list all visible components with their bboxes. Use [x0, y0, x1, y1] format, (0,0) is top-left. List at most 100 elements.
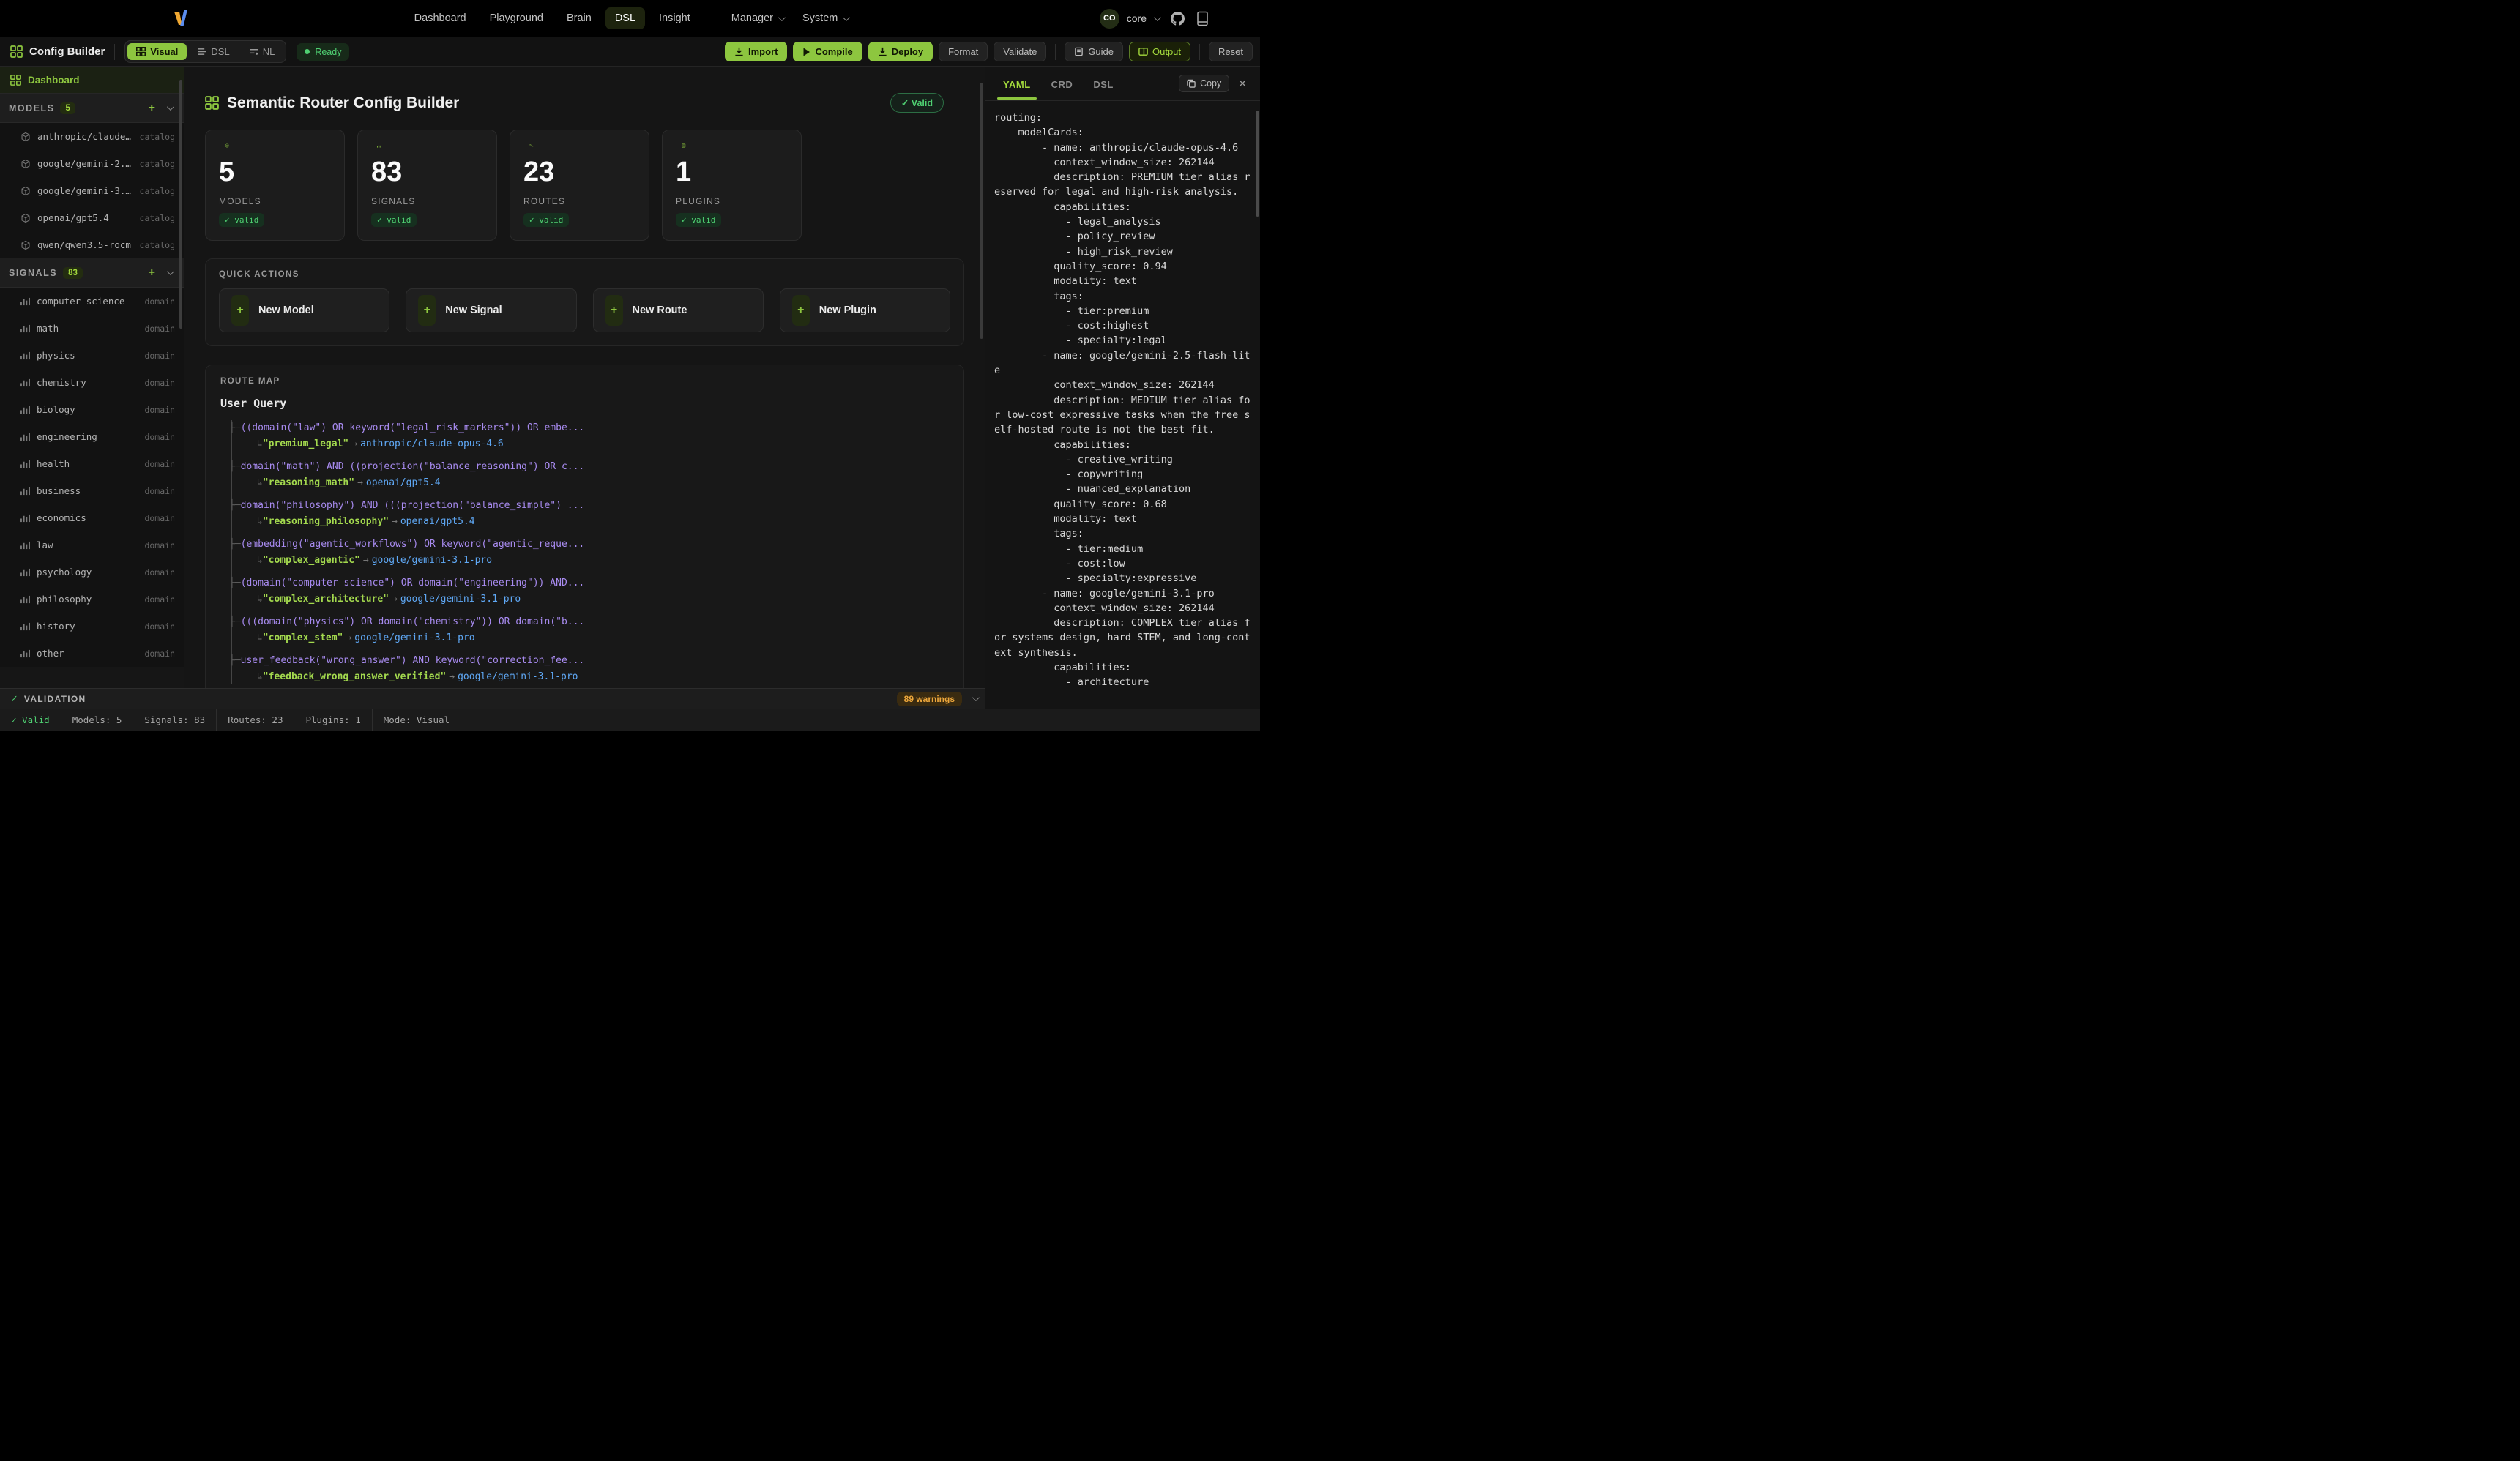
validation-bar[interactable]: ✓ VALIDATION 89 warnings — [0, 688, 985, 709]
model-tag: catalog — [140, 159, 175, 169]
sidebar: Dashboard MODELS 5 + anthropic/cla — [0, 67, 184, 688]
route-node[interactable]: (((domain("physics") OR domain("chemistr… — [232, 614, 949, 646]
chevron-down-icon[interactable] — [167, 268, 174, 275]
output-toggle-button[interactable]: Output — [1129, 42, 1190, 61]
model-list-item[interactable]: qwen/qwen3.5-rocm catalog — [0, 231, 184, 258]
nav-item-playground[interactable]: Playground — [480, 7, 553, 29]
chevron-down-icon — [843, 14, 850, 21]
copy-button[interactable]: Copy — [1179, 75, 1229, 92]
route-map-panel: ROUTE MAP User Query ((domain("law") OR … — [205, 365, 964, 688]
top-nav: Dashboard Playground Brain DSL Insight M… — [0, 0, 1260, 37]
signal-list-item[interactable]: other domain — [0, 640, 184, 667]
model-name: google/gemini-3.… — [37, 185, 131, 196]
nav-menu-manager[interactable]: Manager — [724, 7, 791, 29]
model-list-item[interactable]: openai/gpt5.4 catalog — [0, 204, 184, 231]
quick-action-label: New Route — [633, 304, 687, 316]
yaml-output[interactable]: routing: modelCards: - name: anthropic/c… — [985, 101, 1260, 709]
add-model-button[interactable]: + — [149, 102, 155, 115]
compile-button[interactable]: Compile — [793, 42, 862, 61]
main-scrollbar[interactable] — [980, 83, 983, 339]
add-signal-button[interactable]: + — [149, 266, 155, 280]
stat-card-plugins[interactable]: 1 PLUGINS ✓ valid — [662, 130, 802, 241]
signals-section-header[interactable]: SIGNALS 83 + — [0, 258, 184, 288]
chevron-down-icon[interactable] — [1154, 14, 1161, 21]
status-models: Models: 5 — [61, 709, 134, 730]
reset-button[interactable]: Reset — [1209, 42, 1253, 61]
quick-action-button[interactable]: + New Model — [219, 288, 389, 332]
stat-value: 1 — [676, 158, 788, 186]
nav-item-brain[interactable]: Brain — [557, 7, 601, 29]
deploy-icon — [878, 47, 887, 56]
device-icon[interactable] — [1196, 11, 1209, 26]
sidebar-scrollbar[interactable] — [179, 80, 182, 329]
route-name: "complex_agentic" — [263, 555, 360, 566]
models-section-header[interactable]: MODELS 5 + — [0, 94, 184, 123]
signal-list-item[interactable]: physics domain — [0, 342, 184, 369]
signal-list-item[interactable]: health domain — [0, 450, 184, 477]
tab-dsl[interactable]: DSL — [1084, 69, 1122, 99]
model-name: qwen/qwen3.5-rocm — [37, 239, 131, 250]
sidebar-item-dashboard[interactable]: Dashboard — [0, 67, 184, 94]
toolbar-divider — [1055, 44, 1056, 60]
model-list-item[interactable]: google/gemini-2.… catalog — [0, 150, 184, 177]
nav-item-dashboard[interactable]: Dashboard — [405, 7, 476, 29]
route-node[interactable]: domain("math") AND ((projection("balance… — [232, 459, 949, 490]
mode-dsl-button[interactable]: DSL — [188, 43, 238, 60]
stat-card-signals[interactable]: 83 SIGNALS ✓ valid — [357, 130, 497, 241]
tab-crd[interactable]: CRD — [1043, 69, 1082, 99]
model-list-item[interactable]: google/gemini-3.… catalog — [0, 177, 184, 204]
import-button[interactable]: Import — [725, 42, 787, 61]
quick-action-button[interactable]: + New Route — [593, 288, 764, 332]
route-node[interactable]: ((domain("law") OR keyword("legal_risk_m… — [232, 420, 949, 452]
guide-button[interactable]: Guide — [1065, 42, 1123, 61]
quick-action-button[interactable]: + New Plugin — [780, 288, 950, 332]
config-toolbar: Config Builder Visual DSL NL Ready — [0, 37, 1260, 67]
model-list-item[interactable]: anthropic/claude… catalog — [0, 123, 184, 150]
route-node[interactable]: (embedding("agentic_workflows") OR keywo… — [232, 537, 949, 568]
deploy-button[interactable]: Deploy — [868, 42, 933, 61]
model-tag: catalog — [140, 213, 175, 223]
route-condition: user_feedback("wrong_answer") AND keywor… — [232, 653, 949, 669]
chevron-down-icon[interactable] — [972, 694, 980, 701]
signal-list-item[interactable]: biology domain — [0, 396, 184, 423]
quick-action-button[interactable]: + New Signal — [406, 288, 576, 332]
chevron-down-icon[interactable] — [167, 103, 174, 111]
route-node[interactable]: user_feedback("wrong_answer") AND keywor… — [232, 653, 949, 684]
close-icon[interactable]: ✕ — [1232, 75, 1253, 93]
avatar[interactable]: CO — [1100, 9, 1119, 29]
signal-list-item[interactable]: philosophy domain — [0, 586, 184, 613]
validate-button[interactable]: Validate — [994, 42, 1046, 61]
quick-actions-panel: QUICK ACTIONS + New Model + — [205, 258, 964, 346]
nav-menu-system-label: System — [802, 12, 838, 24]
mode-visual-button[interactable]: Visual — [127, 43, 187, 60]
plugin-icon — [676, 143, 692, 148]
format-button[interactable]: Format — [939, 42, 988, 61]
signal-list-item[interactable]: chemistry domain — [0, 369, 184, 396]
github-icon[interactable] — [1171, 12, 1185, 26]
grid-icon — [10, 45, 23, 58]
stat-card-models[interactable]: 5 MODELS ✓ valid — [205, 130, 345, 241]
nav-item-dsl[interactable]: DSL — [605, 7, 645, 29]
signal-list-item[interactable]: psychology domain — [0, 558, 184, 586]
signal-list-item[interactable]: math domain — [0, 315, 184, 342]
stat-valid-badge: ✓ valid — [219, 213, 264, 227]
output-scrollbar[interactable] — [1256, 111, 1259, 217]
route-node[interactable]: (domain("computer science") OR domain("e… — [232, 575, 949, 607]
stat-card-routes[interactable]: 23 ROUTES ✓ valid — [510, 130, 649, 241]
route-condition: (embedding("agentic_workflows") OR keywo… — [232, 537, 949, 553]
nav-menu-system[interactable]: System — [795, 7, 855, 29]
signal-list-item[interactable]: engineering domain — [0, 423, 184, 450]
brand-logo-icon[interactable] — [174, 9, 190, 28]
tab-yaml[interactable]: YAML — [994, 69, 1040, 99]
signal-list-item[interactable]: law domain — [0, 531, 184, 558]
mode-nl-button[interactable]: NL — [240, 43, 284, 60]
nav-item-insight[interactable]: Insight — [649, 7, 700, 29]
signal-list-item[interactable]: business domain — [0, 477, 184, 504]
user-name[interactable]: core — [1127, 12, 1147, 24]
signal-list-item[interactable]: history domain — [0, 613, 184, 640]
signal-list-item[interactable]: computer science domain — [0, 288, 184, 315]
route-node[interactable]: domain("philosophy") AND (((projection("… — [232, 498, 949, 529]
status-plugins: Plugins: 1 — [294, 709, 372, 730]
bars-icon — [20, 487, 30, 496]
signal-list-item[interactable]: economics domain — [0, 504, 184, 531]
